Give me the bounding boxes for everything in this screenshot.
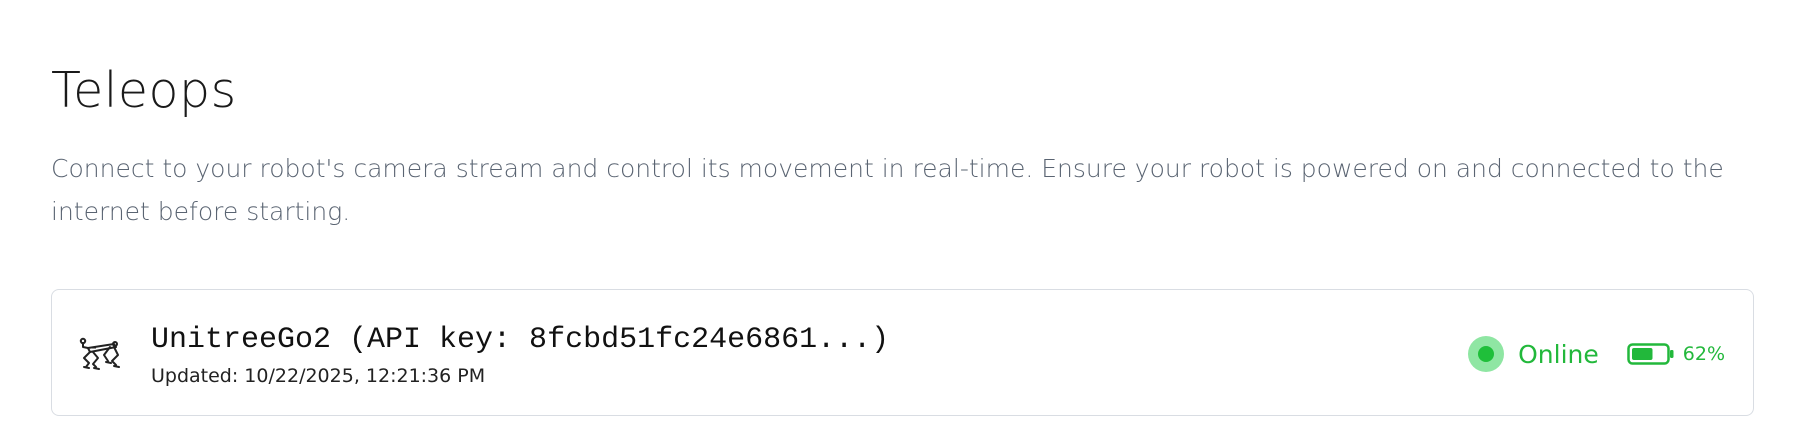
status-dot-inner	[1478, 346, 1495, 362]
battery-percentage: 62%	[1682, 343, 1725, 365]
status-label: Online	[1518, 339, 1599, 369]
page-title: Teleops	[51, 62, 237, 119]
robot-status-group: Online 62%	[1468, 334, 1725, 374]
online-status-dot-icon	[1468, 336, 1505, 372]
robot-name: UnitreeGo2 (API key: 8fcbd51fc24e6861...…	[151, 323, 890, 357]
robot-updated-timestamp: Updated: 10/22/2025, 12:21:36 PM	[151, 365, 486, 387]
battery-icon	[1627, 342, 1675, 366]
robot-card[interactable]: UnitreeGo2 (API key: 8fcbd51fc24e6861...…	[51, 289, 1754, 416]
robot-dog-icon	[78, 333, 124, 379]
page-description: Connect to your robot's camera stream an…	[51, 154, 1724, 226]
